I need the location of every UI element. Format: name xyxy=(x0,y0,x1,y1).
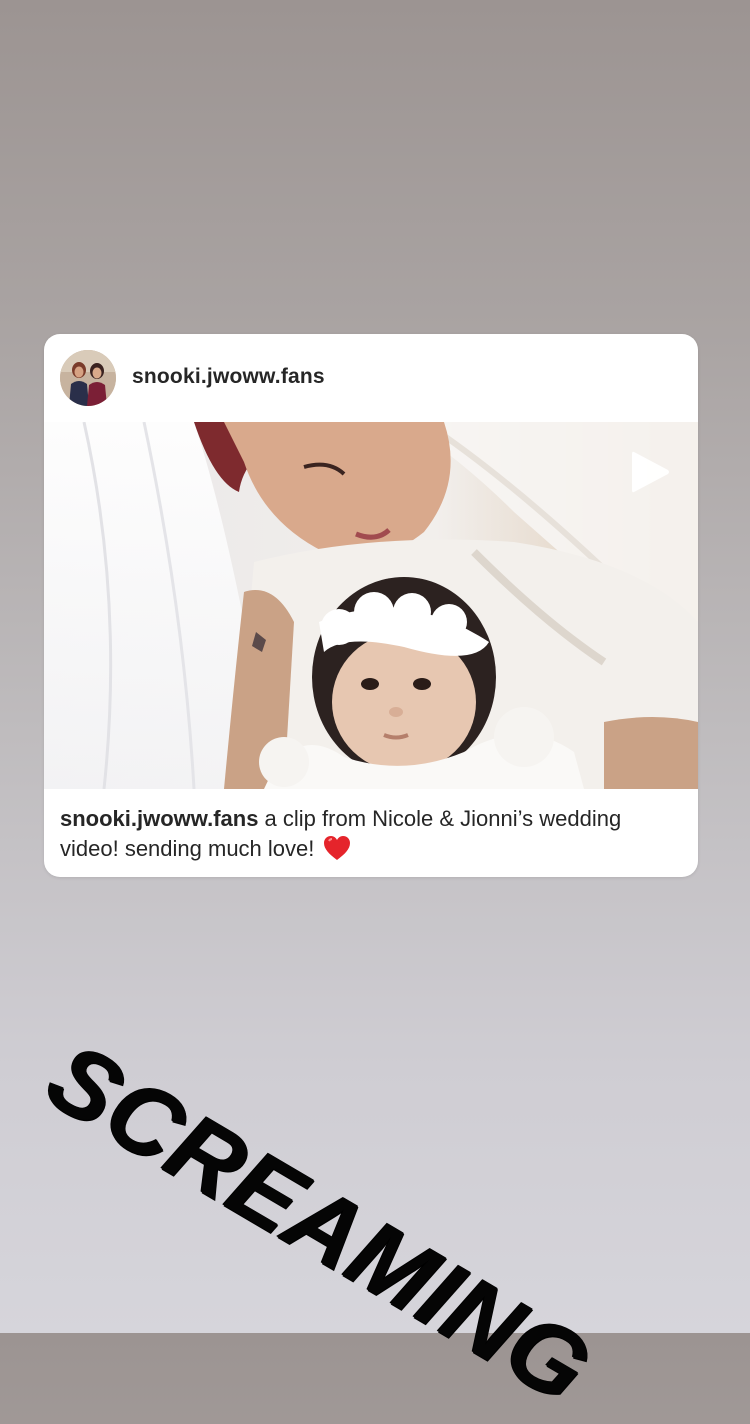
caption-username[interactable]: snooki.jwoww.fans xyxy=(60,806,258,831)
video-thumbnail xyxy=(44,422,698,789)
post-caption: snooki.jwoww.fans a clip from Nicole & J… xyxy=(60,804,680,864)
post-video[interactable] xyxy=(44,422,698,789)
post-username[interactable]: snooki.jwoww.fans xyxy=(132,365,325,389)
shared-post-card[interactable]: snooki.jwoww.fans snooki.jwoww.fans a cl… xyxy=(44,334,698,877)
avatar-image xyxy=(60,350,116,406)
screaming-text-sticker[interactable]: SCREAMING xyxy=(30,1021,610,1424)
avatar[interactable] xyxy=(60,350,116,406)
red-heart-icon xyxy=(323,836,350,860)
play-icon[interactable] xyxy=(630,450,670,494)
post-header: snooki.jwoww.fans xyxy=(44,334,698,422)
story-canvas: snooki.jwoww.fans snooki.jwoww.fans a cl… xyxy=(0,0,750,1424)
